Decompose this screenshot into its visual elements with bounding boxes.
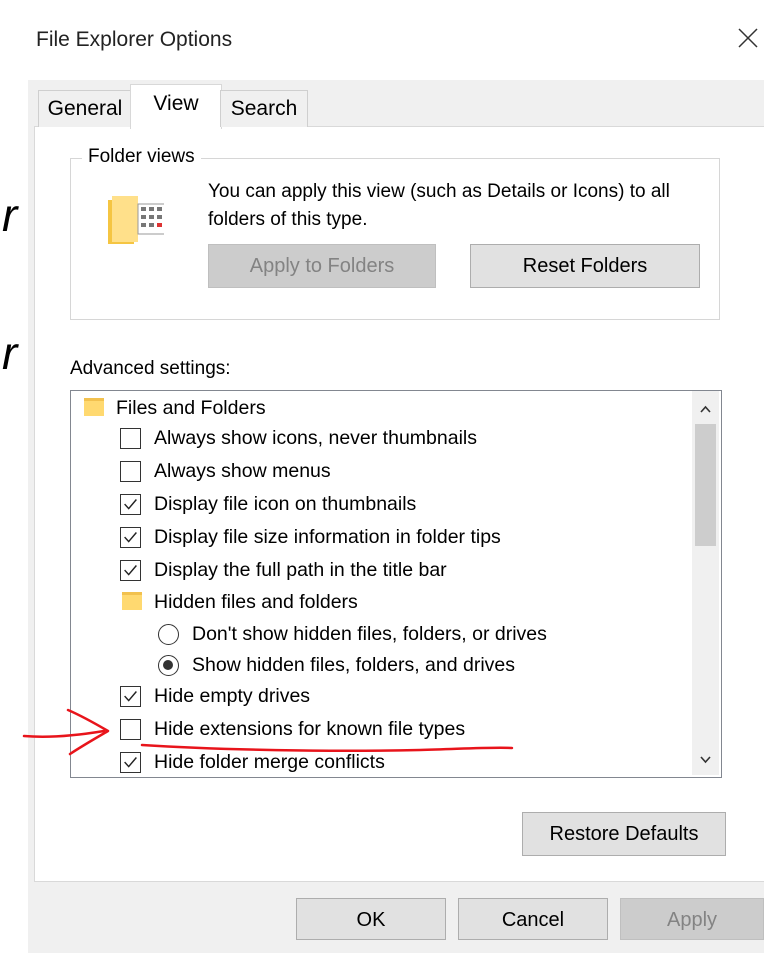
background-text-fragment: r [2, 327, 18, 379]
folder-views-label: Folder views [82, 146, 201, 168]
tab-view[interactable]: View [130, 84, 222, 129]
radio-dont-show-hidden[interactable] [158, 624, 179, 645]
reset-folders-button[interactable]: Reset Folders [470, 244, 700, 288]
close-icon [738, 28, 758, 48]
restore-defaults-button[interactable]: Restore Defaults [522, 812, 726, 856]
setting-dont-show-hidden[interactable]: Don't show hidden files, folders, or dri… [192, 618, 547, 650]
radio-selected-dot [163, 660, 173, 670]
checkmark-icon [124, 532, 137, 543]
folder-icon [84, 398, 104, 416]
checkbox-hide-extensions[interactable] [120, 719, 141, 740]
cancel-button[interactable]: Cancel [458, 898, 608, 940]
folder-views-description: You can apply this view (such as Details… [208, 181, 670, 230]
tree-item-hidden-files[interactable]: Hidden files and folders [154, 586, 358, 618]
background-text-fragment: r [2, 189, 18, 241]
scroll-down-button[interactable] [692, 745, 719, 775]
checkbox-display-file-icon[interactable] [120, 494, 141, 515]
folder-view-icon [104, 194, 167, 250]
close-button[interactable] [732, 22, 762, 52]
setting-display-full-path[interactable]: Display the full path in the title bar [154, 554, 447, 586]
setting-hide-folder-merge[interactable]: Hide folder merge conflicts [154, 746, 385, 778]
setting-hide-empty-drives[interactable]: Hide empty drives [154, 680, 310, 712]
folder-icon [122, 592, 142, 610]
setting-display-file-icon[interactable]: Display file icon on thumbnails [154, 488, 416, 520]
setting-always-show-icons[interactable]: Always show icons, never thumbnails [154, 422, 477, 454]
tab-search[interactable]: Search [220, 90, 308, 127]
checkbox-always-show-icons[interactable] [120, 428, 141, 449]
checkbox-always-show-menus[interactable] [120, 461, 141, 482]
tab-general[interactable]: General [38, 90, 132, 127]
checkbox-display-full-path[interactable] [120, 560, 141, 581]
setting-hide-extensions[interactable]: Hide extensions for known file types [154, 713, 465, 745]
window-title: File Explorer Options [36, 28, 233, 51]
checkmark-icon [124, 565, 137, 576]
apply-button[interactable]: Apply [620, 898, 764, 940]
radio-show-hidden[interactable] [158, 655, 179, 676]
tree-item-files-and-folders[interactable]: Files and Folders [116, 392, 266, 424]
background-strip [0, 0, 28, 953]
scroll-up-button[interactable] [692, 394, 719, 424]
chevron-up-icon [700, 405, 711, 413]
ok-button[interactable]: OK [296, 898, 446, 940]
apply-to-folders-button[interactable]: Apply to Folders [208, 244, 436, 288]
setting-always-show-menus[interactable]: Always show menus [154, 455, 331, 487]
checkmark-icon [124, 691, 137, 702]
checkbox-hide-empty-drives[interactable] [120, 686, 141, 707]
scrollbar-thumb[interactable] [695, 424, 716, 546]
setting-display-file-size[interactable]: Display file size information in folder … [154, 521, 501, 553]
checkmark-icon [124, 757, 137, 768]
checkmark-icon [124, 499, 137, 510]
checkbox-display-file-size[interactable] [120, 527, 141, 548]
checkbox-hide-folder-merge[interactable] [120, 752, 141, 773]
advanced-settings-label: Advanced settings: [70, 358, 231, 379]
setting-show-hidden[interactable]: Show hidden files, folders, and drives [192, 649, 515, 681]
chevron-down-icon [700, 756, 711, 764]
